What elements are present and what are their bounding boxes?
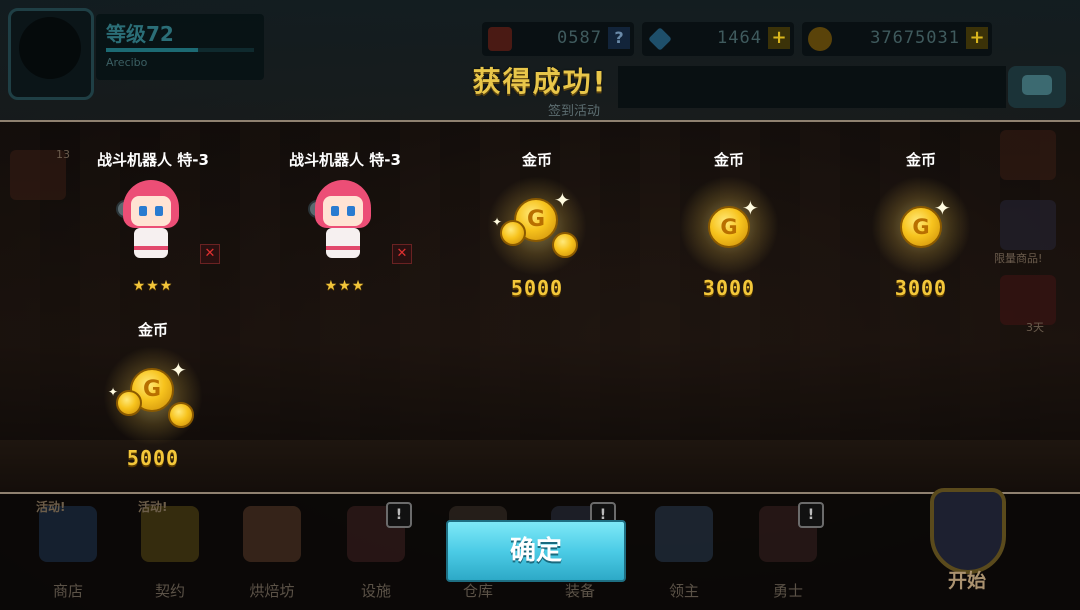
gift-timer-label: 3天 — [1026, 321, 1044, 334]
nav-label: 烘焙坊 — [249, 582, 295, 600]
reward-item: 金币 G ✦ ✦ 5000 — [68, 320, 238, 470]
reward-amount: 5000 — [126, 446, 180, 470]
crest-icon — [930, 488, 1006, 574]
star-rating: ★★★ — [324, 278, 366, 294]
reward-name: 金币 — [905, 151, 936, 169]
level-progress-bar — [106, 48, 254, 52]
reward-item: 金币 G ✦ ✦ 5000 — [452, 150, 622, 300]
sparkle-icon: ✦ — [108, 385, 119, 399]
trophy-icon — [488, 27, 512, 51]
reward-item: 金币 G ✦ 3000 — [644, 150, 814, 300]
nav-item[interactable]: 设施! — [336, 502, 416, 602]
hero-face — [323, 196, 363, 226]
nav-label: 领主 — [668, 582, 699, 600]
reward-amount: 3000 — [702, 276, 756, 300]
divider-top — [0, 120, 1080, 122]
question-icon[interactable]: ? — [608, 27, 630, 49]
nav-icon — [655, 506, 713, 562]
reward-item: 金币 G ✦ 3000 — [836, 150, 1006, 300]
sparkle-icon: ✦ — [554, 188, 571, 212]
mail-button[interactable]: 13 — [10, 148, 70, 200]
nav-item[interactable]: 勇士! — [748, 502, 828, 602]
alert-icon: ! — [798, 502, 824, 528]
pvp-token-value: 0587 — [557, 28, 602, 48]
nav-label: 仓库 — [462, 582, 493, 600]
sparkle-icon: ✦ — [934, 196, 951, 220]
reward-name: 战斗机器人 特-3 — [97, 151, 209, 169]
reward-name: 金币 — [713, 151, 744, 169]
nav-label: 商店 — [52, 582, 83, 600]
nav-icon — [243, 506, 301, 562]
hero-belt — [326, 246, 360, 250]
gem-counter: 1464 + — [642, 22, 794, 56]
reward-name: 金币 — [521, 151, 552, 169]
no-weapon-icon: ✕ — [392, 244, 412, 264]
no-weapon-icon: ✕ — [200, 244, 220, 264]
hero-body — [134, 228, 168, 258]
reward-item: 战斗机器人 特-3 ✕ ★★★ — [68, 150, 238, 294]
confirm-button[interactable]: 确定 — [446, 520, 626, 582]
gold-value: 37675031 — [870, 28, 960, 48]
event-tag: 活动! — [36, 500, 66, 514]
hero-eye — [139, 206, 147, 216]
gem-icon — [648, 27, 672, 51]
nav-item[interactable]: 烘焙坊 — [232, 502, 312, 602]
event-label: 签到活动 — [548, 104, 601, 119]
gold-coin-art: G ✦ — [836, 176, 1006, 276]
hero-eye — [347, 206, 355, 216]
hero-belt — [134, 246, 168, 250]
reward-amount: 3000 — [894, 276, 948, 300]
nav-item[interactable]: 商店 活动! — [28, 500, 108, 602]
hero-eye — [331, 206, 339, 216]
star-rating: ★★★ — [132, 278, 174, 294]
reward-amount: 5000 — [510, 276, 564, 300]
limited-shop-button[interactable]: 限量商品! — [994, 200, 1056, 265]
nav-label: 契约 — [154, 582, 185, 600]
reward-name: 战斗机器人 特-3 — [289, 151, 401, 169]
sparkle-icon: ✦ — [492, 215, 503, 229]
hero-portrait: ✕ — [260, 176, 430, 276]
side-chest-button[interactable] — [1000, 130, 1056, 180]
nav-label: 勇士 — [772, 582, 803, 600]
hero-body — [326, 228, 360, 258]
add-gems-button[interactable]: + — [768, 27, 790, 49]
event-tag: 活动! — [138, 500, 168, 514]
gold-coin-icon — [552, 232, 578, 258]
nav-item[interactable]: 契约 活动! — [130, 500, 210, 602]
hero-eye — [155, 206, 163, 216]
reward-name: 金币 — [137, 321, 168, 339]
nav-label: 装备 — [564, 582, 595, 600]
gold-pile-art: G ✦ ✦ — [452, 176, 622, 276]
nav-item[interactable]: 领主 — [644, 502, 724, 602]
gold-coin-icon — [168, 402, 194, 428]
hero-portrait: ✕ — [68, 176, 238, 276]
gold-coin-icon — [116, 390, 142, 416]
gold-coin-art: G ✦ — [644, 176, 814, 276]
start-button[interactable]: 开始 — [892, 470, 1042, 600]
modal-title: 获得成功! — [472, 65, 608, 98]
gold-coin-icon — [808, 27, 832, 51]
gold-counter: 37675031 + — [802, 22, 992, 56]
reward-item: 战斗机器人 特-3 ✕ ★★★ — [260, 150, 430, 294]
gem-value: 1464 — [717, 28, 762, 48]
level-progress-fill — [106, 48, 198, 52]
alert-icon: ! — [386, 502, 412, 528]
gift-button[interactable]: 3天 — [1000, 275, 1056, 334]
sparkle-icon: ✦ — [170, 358, 187, 382]
hero-face — [131, 196, 171, 226]
sparkle-icon: ✦ — [742, 196, 759, 220]
pvp-token-counter: 0587 ? — [482, 22, 634, 56]
nav-label: 设施 — [360, 582, 391, 600]
add-gold-button[interactable]: + — [966, 27, 988, 49]
gold-coin-icon — [500, 220, 526, 246]
level-label: 等级72 — [106, 22, 174, 46]
gold-pile-art: G ✦ ✦ — [68, 346, 238, 446]
start-label: 开始 — [947, 570, 986, 592]
